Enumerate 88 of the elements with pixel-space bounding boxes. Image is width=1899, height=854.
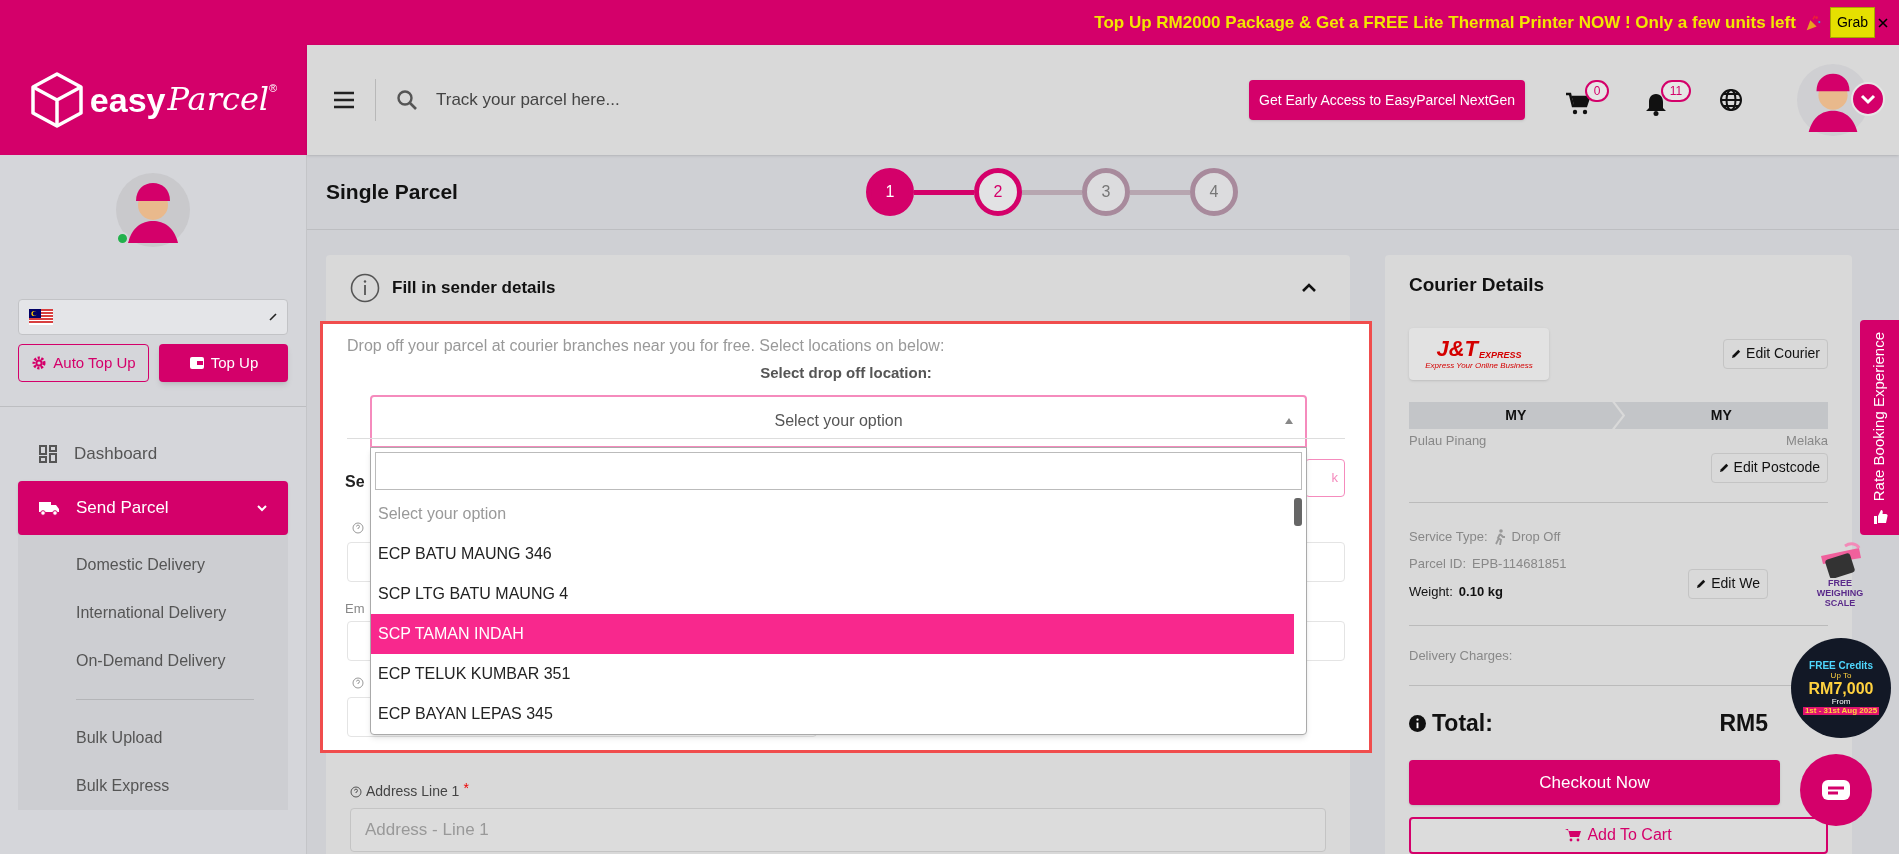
promo-message: Top Up RM2000 Package & Get a FREE Lite Thermal Printer NOW ! Only a few units left (1094, 11, 1796, 34)
truck-icon (38, 500, 60, 516)
page-title: Single Parcel (326, 179, 458, 206)
detail-label: Parcel ID: (1409, 555, 1467, 574)
detail-value: Drop Off (1511, 527, 1561, 546)
scrollbar-thumb (1294, 498, 1302, 526)
bell-icon[interactable] (1645, 92, 1667, 116)
panel-title: Courier Details (1409, 273, 1546, 297)
edit-courier-button[interactable]: Edit Courier (1723, 338, 1828, 369)
drop-off-hint: Drop off your parcel at courier branches near you for free. Select locations on below: (346, 336, 946, 356)
country-select[interactable] (18, 299, 288, 335)
origin-country: MY (1409, 401, 1623, 430)
step-indicator: 3 (1081, 168, 1130, 216)
malaysia-flag-icon (29, 309, 53, 325)
dropdown-option[interactable]: Select your option (371, 494, 1294, 534)
dropdown-option[interactable]: ECP TELUK KUMBAR 351 (371, 654, 1294, 694)
step-indicator: 4 (1189, 168, 1238, 216)
thumbs-up-icon (1871, 509, 1888, 525)
cube-logo-icon (29, 71, 84, 129)
menu-icon[interactable] (333, 91, 355, 109)
help-icon (350, 785, 362, 798)
close-icon[interactable] (1877, 16, 1889, 29)
wallet-icon (188, 355, 205, 371)
cart-icon[interactable] (1565, 92, 1591, 116)
caret-up-icon (1285, 417, 1293, 424)
dropdown-option[interactable]: ECP BAYAN LEPAS 345 (371, 694, 1294, 734)
address-field[interactable]: Address - Line 1 (350, 808, 1326, 852)
step-indicator: 2 (973, 168, 1022, 216)
required-mark: * (463, 779, 469, 798)
cart-icon (1565, 828, 1582, 843)
total-label: Total: (1432, 708, 1493, 738)
section-title: Fill in sender details (392, 277, 557, 300)
auto-top-up-button[interactable]: Auto Top Up (18, 344, 149, 382)
submenu-item[interactable]: International Delivery (76, 589, 254, 637)
destination-city: Melaka (1786, 432, 1828, 451)
courier-logo: J&TEXPRESS Express Your Online Business (1409, 327, 1549, 380)
info-icon (1409, 714, 1426, 732)
detail-label: Service Type: (1409, 527, 1488, 546)
sidebar-item[interactable]: Send Parcel (18, 481, 288, 535)
submenu-item[interactable]: On-Demand Delivery (76, 637, 254, 685)
field-label-fragment: Em (345, 600, 365, 618)
help-icon (352, 522, 364, 534)
search-field[interactable]: Track your parcel here... (436, 87, 1056, 113)
early-access-button[interactable]: Get Early Access to EasyParcel NextGen (1249, 80, 1525, 120)
weighing-scale-promo[interactable]: FREE WEIGHING SCALE (1804, 542, 1876, 622)
detail-value: 0.10 kg (1458, 582, 1503, 601)
submenu-item[interactable]: Domestic Delivery (76, 541, 254, 589)
total-amount: RM5 (1719, 708, 1768, 738)
info-icon (350, 273, 380, 303)
origin-city: Pulau Pinang (1409, 432, 1487, 451)
detail-label: Weight: (1409, 582, 1453, 601)
pencil-icon (1696, 578, 1708, 590)
notification-count-badge: 11 (1661, 80, 1691, 102)
logo-script: Parcel (167, 83, 270, 115)
globe-icon[interactable] (1719, 88, 1743, 112)
location-label: Select drop off location: (759, 363, 933, 383)
chevron-down-icon[interactable] (1851, 82, 1885, 116)
cart-count-badge: 0 (1585, 80, 1609, 102)
registered-mark: ® (269, 83, 278, 94)
dropdown-option[interactable]: SCP LTG BATU MAUNG 4 (371, 574, 1294, 614)
chat-icon[interactable] (1800, 754, 1872, 826)
dropdown-search-field[interactable] (375, 452, 1302, 490)
edit-weight-button[interactable]: Edit We (1688, 568, 1768, 599)
free-credits-promo[interactable]: FREE Credits Up To RM7,000 From 1st - 31st Aug 2025 (1791, 638, 1891, 738)
search-icon[interactable] (396, 89, 418, 111)
logo-wordmark: easy (89, 83, 166, 117)
add-to-cart-button[interactable]: Add To Cart (1409, 816, 1828, 854)
step-indicator: 1 (865, 168, 914, 216)
sidebar-item[interactable]: Dashboard (18, 427, 288, 481)
walking-person-icon (1493, 528, 1506, 545)
checkout-button[interactable]: Checkout Now (1409, 760, 1780, 805)
gear-icon (31, 355, 48, 371)
pencil-icon (1731, 348, 1743, 359)
pencil-icon (1718, 462, 1730, 474)
edit-postcode-button[interactable]: Edit Postcode (1710, 452, 1828, 483)
grab-button[interactable]: Grab (1829, 7, 1875, 38)
destination-country: MY (1614, 401, 1828, 430)
submenu-item[interactable]: Bulk Express (76, 762, 254, 810)
section-heading-fragment: Se (345, 472, 365, 492)
dashboard-icon (38, 444, 58, 464)
help-icon (352, 677, 364, 689)
address-label: Address Line 1 (366, 782, 460, 801)
dropdown-option[interactable]: ECP BATU MAUNG 346 (371, 534, 1294, 574)
top-up-button[interactable]: Top Up (159, 344, 288, 382)
detail-value: EPB-114681851 (1472, 555, 1567, 574)
feedback-tab[interactable]: Rate Booking Experience (1860, 320, 1899, 535)
dropdown-option[interactable]: SCP TAMAN INDAH (371, 614, 1294, 654)
submenu-item[interactable]: Bulk Upload (76, 714, 254, 762)
